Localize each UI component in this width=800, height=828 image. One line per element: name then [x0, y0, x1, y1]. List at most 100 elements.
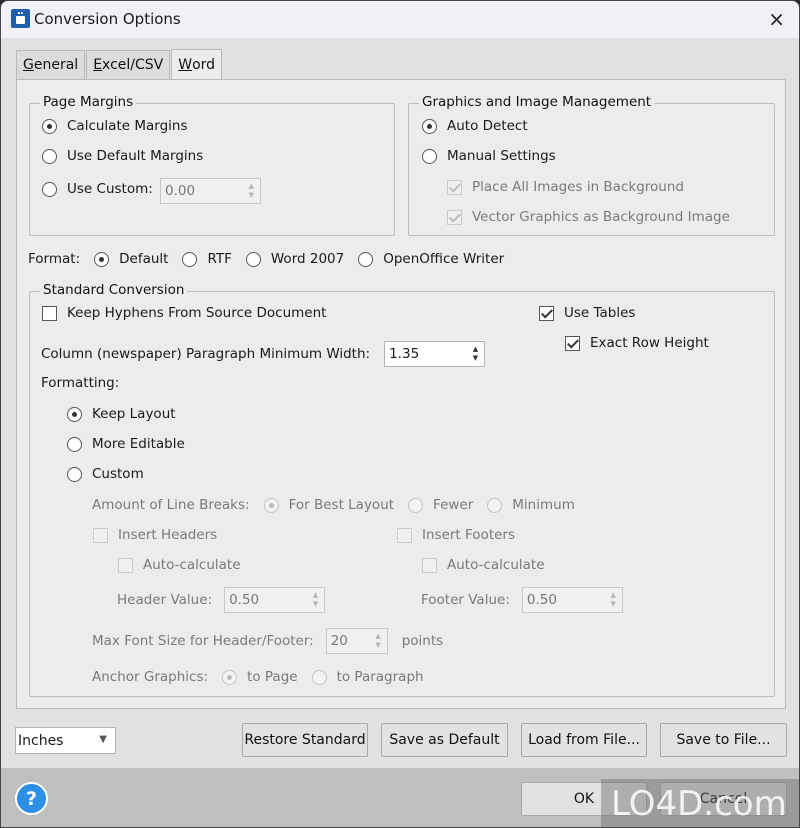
radio-label: More Editable — [92, 436, 185, 452]
app-icon — [11, 9, 30, 28]
spinner-arrows-icon[interactable]: ▲ ▼ — [249, 182, 254, 200]
checkbox[interactable] — [42, 305, 57, 321]
word-tab-panel: Page Margins Calculate Margins Use Defau… — [16, 79, 786, 709]
radio-button[interactable] — [422, 118, 437, 134]
tab-general-label: eneral — [33, 57, 79, 73]
tab-excel-label: xcel/CSV — [102, 57, 164, 73]
checkbox[interactable] — [539, 305, 554, 321]
radio-format-default[interactable] — [94, 251, 110, 267]
format-row: Format: Default RTF Word 2007 OpenOffice… — [28, 251, 504, 267]
checkbox-label: Auto-calculate — [143, 557, 241, 573]
tab-excel-mnemonic: E — [93, 57, 103, 73]
radio-label: Custom — [92, 466, 144, 482]
checkbox-vector-background[interactable]: Vector Graphics as Background Image — [447, 209, 730, 225]
checkbox[interactable] — [118, 557, 133, 573]
radio-anchor-paragraph[interactable] — [311, 669, 327, 685]
radio-button[interactable] — [42, 118, 57, 134]
radio-manual-settings[interactable]: Manual Settings — [422, 148, 556, 164]
radio-label: Auto Detect — [447, 118, 528, 134]
minimum-label: Minimum — [512, 497, 575, 513]
radio-label: Use Default Margins — [67, 148, 204, 164]
radio-auto-detect[interactable]: Auto Detect — [422, 118, 528, 134]
save-as-default-button[interactable]: Save as Default — [381, 723, 508, 757]
fewer-label: Fewer — [433, 497, 474, 513]
checkbox-images-background[interactable]: Place All Images in Background — [447, 179, 684, 195]
format-word2007-label: Word 2007 — [270, 251, 345, 267]
radio-keep-layout[interactable]: Keep Layout — [67, 406, 176, 422]
footer-value: 0.50 — [526, 592, 557, 608]
help-icon[interactable]: ? — [15, 782, 48, 815]
max-font-spinner[interactable]: 20 ▲ ▼ — [325, 628, 388, 654]
checkbox-label: Exact Row Height — [590, 335, 709, 351]
radio-format-openoffice[interactable] — [358, 251, 374, 267]
radio-more-editable[interactable]: More Editable — [67, 436, 185, 452]
radio-button[interactable] — [67, 436, 82, 452]
spinner-arrows-icon[interactable]: ▲ ▼ — [473, 345, 478, 363]
checkbox-use-tables[interactable]: Use Tables — [539, 305, 635, 321]
radio-format-rtf[interactable] — [182, 251, 198, 267]
checkbox-insert-headers[interactable]: Insert Headers — [93, 527, 217, 543]
radio-best-layout[interactable] — [263, 497, 279, 513]
radio-fewer[interactable] — [408, 497, 424, 513]
checkbox[interactable] — [447, 179, 462, 195]
checkbox[interactable] — [447, 209, 462, 225]
radio-button[interactable] — [42, 148, 57, 164]
radio-custom-margins[interactable]: Use Custom: — [42, 181, 153, 197]
best-layout-label: For Best Layout — [288, 497, 395, 513]
checkbox-keep-hyphens[interactable]: Keep Hyphens From Source Document — [42, 305, 326, 321]
save-to-file-button[interactable]: Save to File... — [660, 723, 787, 757]
checkbox[interactable] — [397, 527, 412, 543]
radio-button[interactable] — [67, 406, 82, 422]
graphics-title: Graphics and Image Management — [419, 94, 655, 110]
checkbox[interactable] — [93, 527, 108, 543]
custom-margin-value: 0.00 — [165, 183, 196, 199]
radio-custom-formatting[interactable]: Custom — [67, 466, 144, 482]
radio-label: Use Custom: — [67, 181, 153, 197]
line-breaks-label: Amount of Line Breaks: — [92, 497, 250, 513]
spinner-arrows-icon[interactable]: ▲ ▼ — [610, 591, 615, 609]
checkbox-label: Place All Images in Background — [472, 179, 684, 195]
column-width-spinner[interactable]: 1.35 ▲ ▼ — [384, 341, 486, 367]
chevron-down-icon: ▼ — [99, 734, 107, 745]
format-openoffice-label: OpenOffice Writer — [383, 251, 505, 267]
units-dropdown[interactable]: Inches ▼ — [15, 727, 116, 754]
radio-anchor-page[interactable] — [222, 669, 238, 685]
radio-button[interactable] — [67, 466, 82, 482]
spinner-arrows-icon[interactable]: ▲ ▼ — [313, 591, 318, 609]
close-icon[interactable]: × — [768, 7, 785, 31]
restore-standard-button[interactable]: Restore Standard — [242, 723, 368, 757]
max-font-unit: points — [401, 633, 444, 649]
radio-format-word2007[interactable] — [245, 251, 261, 267]
checkbox[interactable] — [422, 557, 437, 573]
radio-button[interactable] — [42, 181, 57, 197]
spinner-arrows-icon[interactable]: ▲ ▼ — [375, 632, 380, 650]
footer-value-spinner[interactable]: 0.50 ▲ ▼ — [521, 587, 623, 613]
tab-word[interactable]: Word — [171, 49, 223, 79]
checkbox-label: Keep Hyphens From Source Document — [67, 305, 327, 321]
header-value-spinner[interactable]: 0.50 ▲ ▼ — [224, 587, 326, 613]
radio-default-margins[interactable]: Use Default Margins — [42, 148, 203, 164]
load-from-file-button[interactable]: Load from File... — [521, 723, 647, 757]
radio-button[interactable] — [422, 148, 437, 164]
header-value-label: Header Value: — [117, 592, 213, 608]
formatting-label: Formatting: — [41, 375, 120, 391]
tab-general[interactable]: General — [16, 50, 86, 79]
checkbox-insert-footers[interactable]: Insert Footers — [397, 527, 515, 543]
checkbox-label: Vector Graphics as Background Image — [472, 209, 730, 225]
format-label: Format: — [28, 251, 81, 267]
tab-word-mnemonic: W — [178, 56, 193, 73]
checkbox-header-auto[interactable]: Auto-calculate — [118, 557, 241, 573]
radio-minimum[interactable] — [487, 497, 503, 513]
column-width-value: 1.35 — [389, 346, 420, 362]
tab-excel-csv[interactable]: Excel/CSV — [86, 50, 171, 79]
radio-label: Keep Layout — [92, 406, 176, 422]
standard-conversion-group: Standard Conversion Keep Hyphens From So… — [29, 282, 775, 697]
anchor-row: Anchor Graphics: to Page to Paragraph — [92, 669, 424, 685]
radio-calculate-margins[interactable]: Calculate Margins — [42, 118, 188, 134]
custom-margin-spinner[interactable]: 0.00 ▲ ▼ — [160, 178, 261, 204]
radio-label: Manual Settings — [447, 148, 556, 164]
checkbox[interactable] — [565, 335, 580, 351]
checkbox-exact-row-height[interactable]: Exact Row Height — [565, 335, 709, 351]
checkbox-footer-auto[interactable]: Auto-calculate — [422, 557, 545, 573]
column-width-row: Column (newspaper) Paragraph Minimum Wid… — [41, 341, 486, 367]
